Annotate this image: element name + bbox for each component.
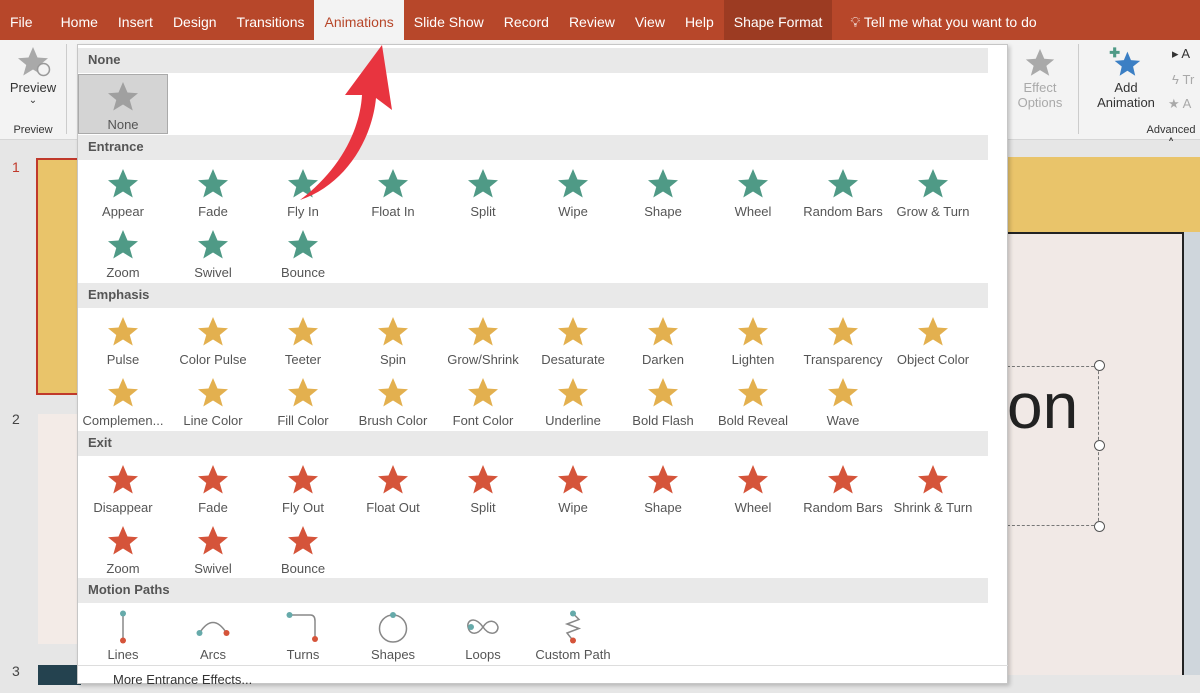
red-arrow-annotation	[300, 45, 392, 200]
